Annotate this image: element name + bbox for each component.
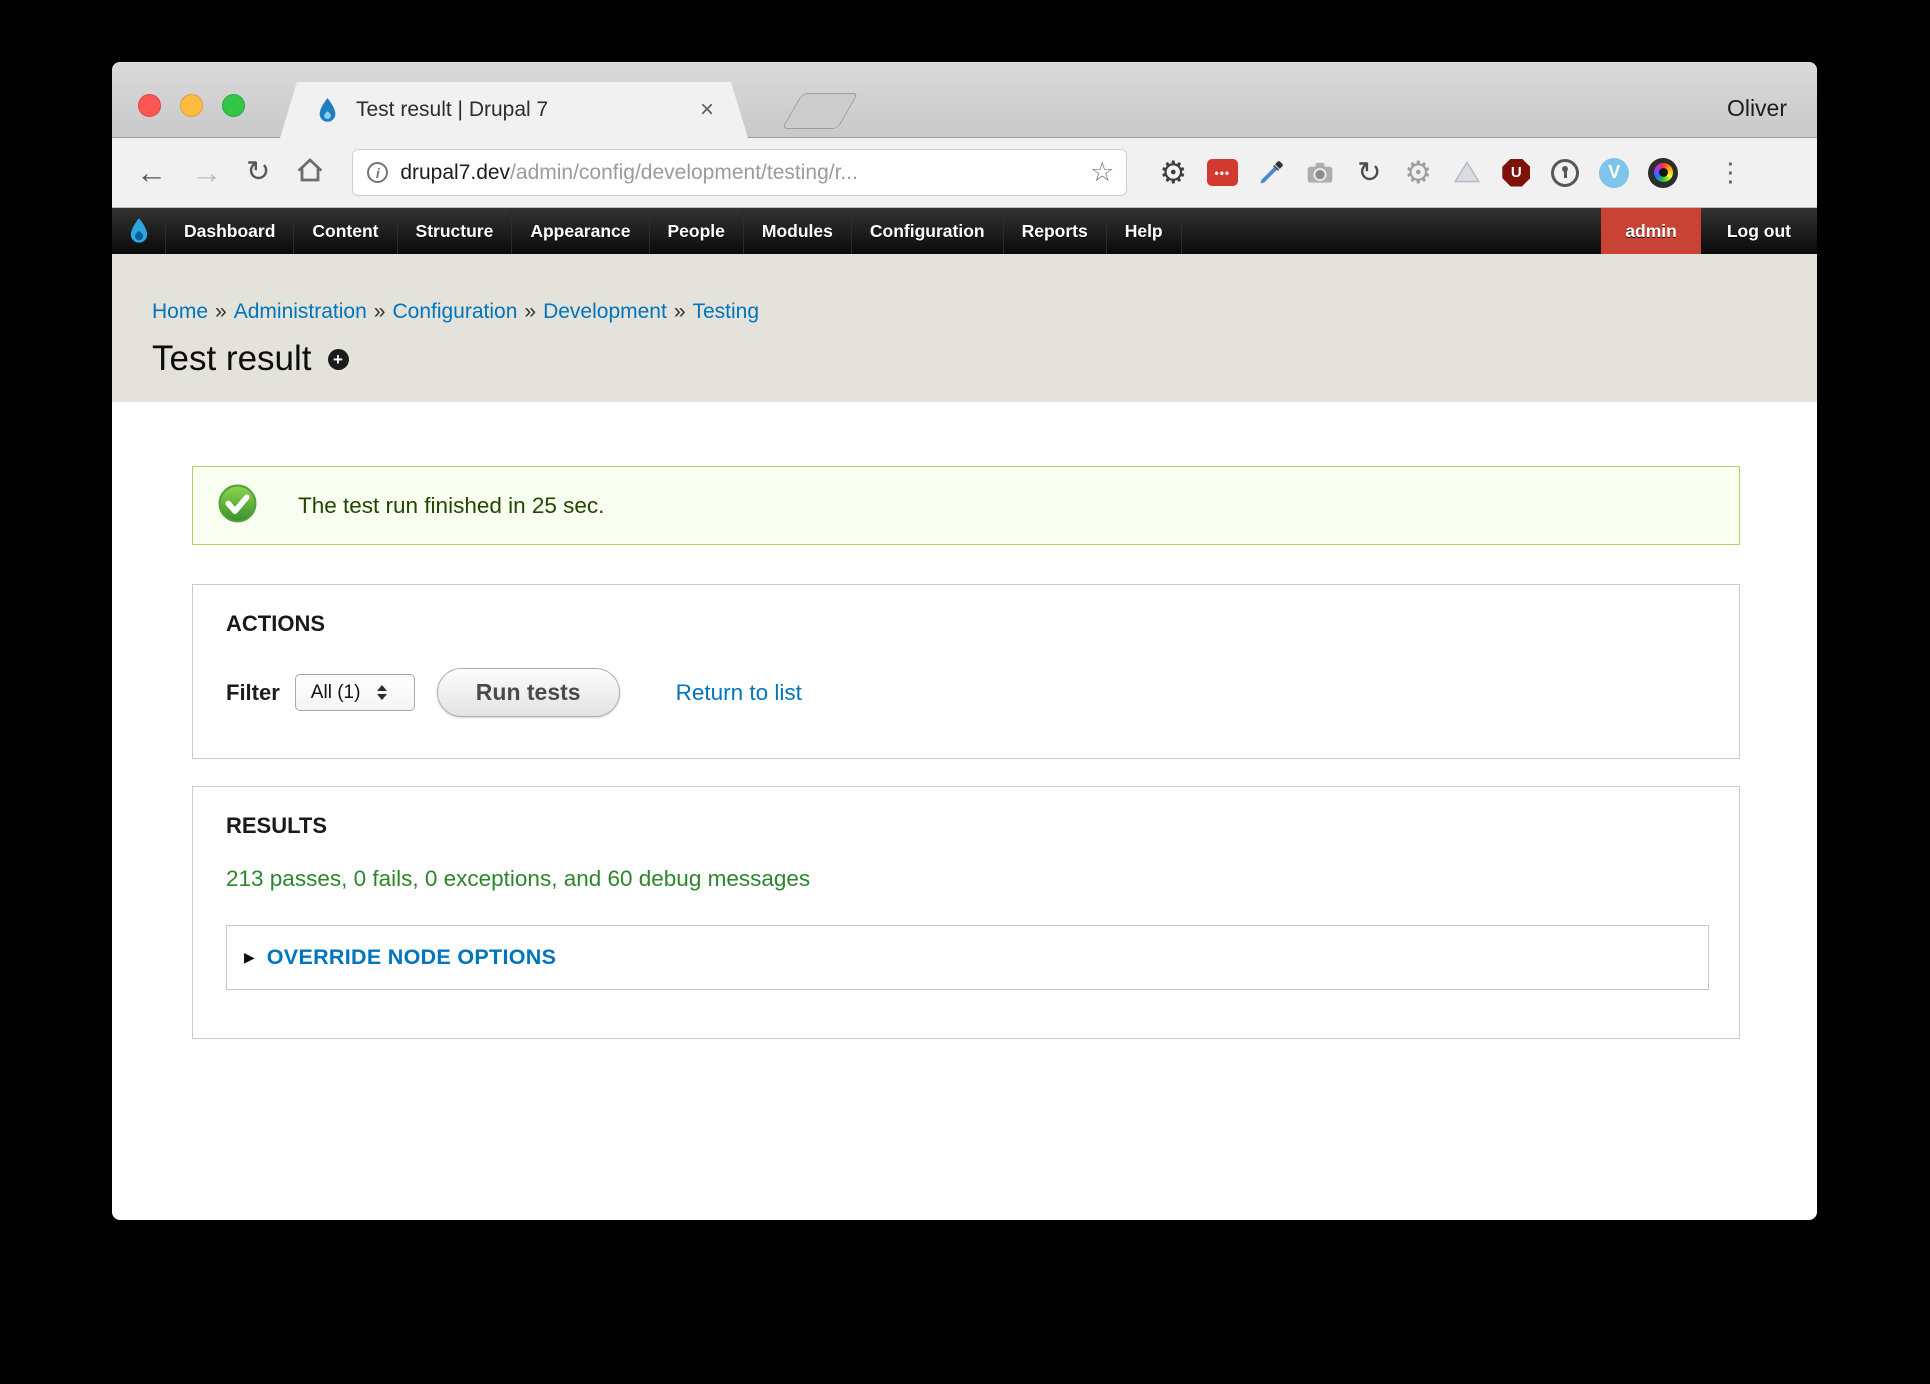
plus-glyph: +	[333, 351, 343, 368]
browser-toolbar: ← → ↻ i drupal7.dev/admin/config/develop…	[112, 138, 1817, 208]
browser-window: Test result | Drupal 7 × Oliver ← → ↻ i …	[112, 62, 1817, 1220]
browser-profile-name: Oliver	[1727, 95, 1787, 122]
select-arrows-icon	[377, 685, 387, 700]
run-tests-button[interactable]: Run tests	[437, 668, 620, 717]
window-controls	[138, 94, 245, 117]
breadcrumb: Home » Administration » Configuration » Develo…	[152, 300, 1817, 324]
breadcrumb-configuration[interactable]: Configuration	[392, 300, 517, 323]
toolbar-item-configuration[interactable]: Configuration	[852, 208, 1004, 254]
collapsed-arrow-icon: ▶	[244, 949, 255, 966]
toolbar-item-appearance[interactable]: Appearance	[512, 208, 649, 254]
drupal-admin-toolbar: Dashboard Content Structure Appearance P…	[112, 208, 1817, 254]
toolbar-item-logout[interactable]: Log out	[1701, 208, 1817, 254]
status-ok-icon	[217, 483, 258, 529]
toolbar-item-reports[interactable]: Reports	[1004, 208, 1107, 254]
breadcrumb-separator: »	[674, 300, 686, 323]
home-button[interactable]	[294, 154, 326, 191]
extensions-row: ⚙ ••• ↻ ⚙ U V	[1157, 157, 1679, 189]
address-bar[interactable]: i drupal7.dev/admin/config/development/t…	[352, 149, 1127, 196]
google-drive-icon[interactable]	[1451, 157, 1483, 189]
new-tab-button[interactable]	[782, 93, 859, 129]
breadcrumb-separator: »	[524, 300, 536, 323]
breadcrumb-testing[interactable]: Testing	[693, 300, 760, 323]
filter-label: Filter	[226, 680, 280, 706]
bookmark-star-icon[interactable]: ☆	[1090, 157, 1114, 188]
url-text: drupal7.dev/admin/config/development/tes…	[400, 161, 1078, 185]
status-message: The test run finished in 25 sec.	[192, 466, 1740, 545]
ublock-badge: U	[1502, 159, 1530, 187]
breadcrumb-administration[interactable]: Administration	[234, 300, 367, 323]
eyedropper-icon[interactable]	[1255, 157, 1287, 189]
toolbar-item-content[interactable]: Content	[294, 208, 397, 254]
breadcrumb-separator: »	[215, 300, 227, 323]
browser-tab-bar: Test result | Drupal 7 × Oliver	[112, 62, 1817, 138]
results-summary: 213 passes, 0 fails, 0 exceptions, and 6…	[226, 866, 1739, 892]
close-window-button[interactable]	[138, 94, 161, 117]
vimium-icon[interactable]: V	[1598, 157, 1630, 189]
forward-button: →	[191, 157, 222, 188]
zoom-window-button[interactable]	[222, 94, 245, 117]
toolbar-item-modules[interactable]: Modules	[744, 208, 852, 254]
fieldset-title[interactable]: OVERRIDE NODE OPTIONS	[267, 945, 556, 970]
page-header: Home » Administration » Configuration » Develo…	[112, 254, 1817, 402]
breadcrumb-home[interactable]: Home	[152, 300, 208, 323]
reload-button[interactable]: ↻	[246, 158, 270, 187]
url-host: drupal7.dev	[400, 161, 510, 184]
toolbar-item-help[interactable]: Help	[1107, 208, 1182, 254]
status-text: The test run finished in 25 sec.	[298, 493, 604, 519]
camera-lens-icon[interactable]	[1647, 157, 1679, 189]
back-button[interactable]: ←	[136, 157, 167, 188]
toolbar-item-structure[interactable]: Structure	[398, 208, 513, 254]
lastpass-icon[interactable]: •••	[1206, 157, 1238, 189]
tab-close-icon[interactable]: ×	[700, 98, 714, 122]
drupal-logo-icon[interactable]	[112, 208, 166, 254]
browser-menu-icon[interactable]: ⋮	[1717, 157, 1743, 188]
toolbar-item-admin[interactable]: admin	[1601, 208, 1701, 254]
actions-panel: ACTIONS Filter All (1) Run tests Return …	[192, 584, 1740, 759]
return-to-list-link[interactable]: Return to list	[676, 680, 802, 706]
minimize-window-button[interactable]	[180, 94, 203, 117]
actions-row: Filter All (1) Run tests Return to list	[226, 668, 1739, 717]
filter-select-value: All (1)	[311, 682, 361, 704]
lastpass-badge: •••	[1207, 159, 1238, 186]
toolbar-spacer	[1182, 208, 1602, 254]
ublock-origin-icon[interactable]: U	[1500, 157, 1532, 189]
page-content: The test run finished in 25 sec. ACTIONS…	[112, 402, 1817, 1039]
onepassword-icon[interactable]	[1549, 157, 1581, 189]
settings-gear-icon[interactable]: ⚙	[1157, 157, 1189, 189]
add-shortcut-icon[interactable]: +	[328, 349, 349, 370]
toolbar-item-dashboard[interactable]: Dashboard	[166, 208, 294, 254]
page-title-row: Test result +	[152, 339, 1817, 379]
url-path: /admin/config/development/testing/r...	[510, 161, 858, 184]
screenshot-camera-icon[interactable]	[1304, 157, 1336, 189]
breadcrumb-development[interactable]: Development	[543, 300, 667, 323]
page-title: Test result	[152, 339, 312, 379]
override-node-options-fieldset[interactable]: ▶ OVERRIDE NODE OPTIONS	[226, 925, 1709, 990]
extension-gear-icon[interactable]: ⚙	[1402, 157, 1434, 189]
toolbar-item-people[interactable]: People	[650, 208, 744, 254]
breadcrumb-separator: »	[374, 300, 386, 323]
page-info-icon[interactable]: i	[367, 162, 388, 183]
filter-select[interactable]: All (1)	[295, 674, 415, 711]
results-panel: RESULTS 213 passes, 0 fails, 0 exception…	[192, 786, 1740, 1039]
drupal-favicon-icon	[314, 97, 341, 124]
browser-tab-active[interactable]: Test result | Drupal 7 ×	[280, 82, 748, 138]
vimium-badge: V	[1599, 158, 1629, 188]
tab-title: Test result | Drupal 7	[356, 98, 685, 122]
session-refresh-icon[interactable]: ↻	[1353, 157, 1385, 189]
actions-heading: ACTIONS	[226, 611, 1739, 637]
results-heading: RESULTS	[226, 813, 1739, 839]
